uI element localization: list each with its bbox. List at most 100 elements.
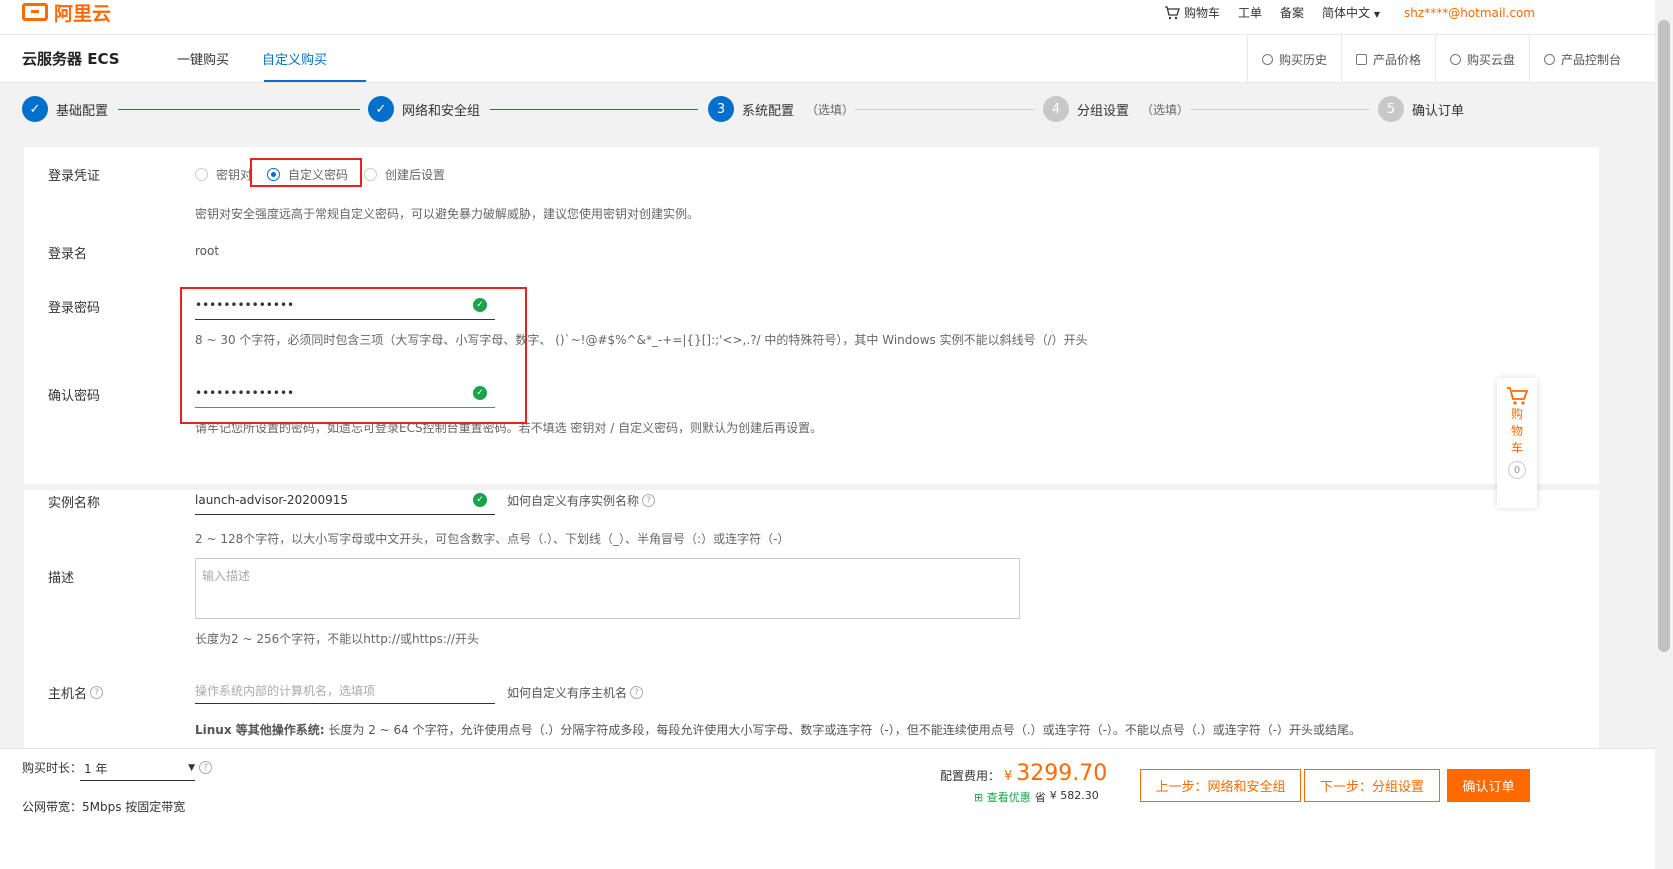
duration-value: 1 年 xyxy=(84,761,108,776)
aliyun-logo-icon xyxy=(22,3,48,21)
buy-cloud-disk-label: 购买云盘 xyxy=(1466,52,1515,67)
cart-char: 物 xyxy=(1510,424,1523,438)
step-group-settings[interactable]: 4 分组设置 （选填） xyxy=(1043,96,1189,122)
step-label: 网络和安全组 xyxy=(402,103,481,119)
step-system-config[interactable]: 3 系统配置 （选填） xyxy=(708,96,854,122)
step-basic-config[interactable]: ✓ 基础配置 xyxy=(22,96,108,122)
aliyun-logo[interactable]: 阿里云 xyxy=(22,0,112,25)
discount-label: 查看优惠 xyxy=(986,791,1031,804)
clock-icon xyxy=(1261,53,1273,65)
tab-custom-buy[interactable]: 自定义购买 xyxy=(262,49,327,68)
credential-label: 登录凭证 xyxy=(48,169,101,184)
check-icon: ✓ xyxy=(22,96,48,122)
login-settings-panel: 登录凭证 密钥对 自定义密码 创建后设置 密钥对安全强度远高于常规自定义密码，可… xyxy=(24,147,1599,484)
scrollbar-thumb[interactable] xyxy=(1658,20,1670,652)
highlight-box xyxy=(180,287,527,424)
top-nav: 购物车 工单 备案 简体中文 ▼ shz****@hotmail.com xyxy=(1164,4,1535,21)
question-icon[interactable]: ? xyxy=(199,761,212,774)
fee-currency: ¥ xyxy=(1004,769,1013,784)
radio-label: 密钥对 xyxy=(216,168,253,182)
product-console-label: 产品控制台 xyxy=(1560,52,1621,67)
step-connector xyxy=(490,109,698,110)
config-fee: 配置费用： ¥ 3299.70 xyxy=(940,761,1107,786)
product-price-label: 产品价格 xyxy=(1372,52,1421,67)
instance-name-label: 实例名称 xyxy=(48,496,101,511)
step-progress: ✓ 基础配置 ✓ 网络和安全组 3 系统配置 （选填） 4 分组设置 （选填） … xyxy=(0,83,1655,137)
hostname-input[interactable]: 操作系统内部的计算机名，选填项 xyxy=(195,678,495,704)
user-email[interactable]: shz****@hotmail.com xyxy=(1404,6,1535,20)
step-label: 确认订单 xyxy=(1412,103,1465,119)
cart-char: 车 xyxy=(1510,441,1523,455)
language-selector[interactable]: 简体中文 ▼ xyxy=(1322,4,1380,21)
product-console-link[interactable]: 产品控制台 xyxy=(1528,35,1635,83)
hostname-label: 主机名 xyxy=(48,687,88,702)
description-label: 描述 xyxy=(48,571,75,586)
top-bar: 阿里云 购物车 工单 备案 简体中文 ▼ shz****@hotmail.com xyxy=(0,0,1655,35)
cart-count-badge: 0 xyxy=(1508,461,1526,479)
step-label: 基础配置 xyxy=(56,103,109,119)
hostname-help-link[interactable]: 如何自定义有序主机名? xyxy=(507,684,644,701)
language-label: 简体中文 xyxy=(1322,6,1371,20)
prev-step-button[interactable]: 上一步：网络和安全组 xyxy=(1140,769,1301,802)
bandwidth-info: 公网带宽：5Mbps 按固定带宽 xyxy=(22,798,185,815)
record-link[interactable]: 备案 xyxy=(1280,4,1304,21)
save-value: ¥ 582.30 xyxy=(1049,789,1099,802)
instance-name-value: launch-advisor-20200915 xyxy=(195,492,349,507)
step-label: 分组设置 xyxy=(1077,103,1130,119)
chevron-down-icon: ▼ xyxy=(1373,10,1381,19)
duration-label: 购买时长： xyxy=(22,761,83,775)
duration-select[interactable]: 1 年 ▼ xyxy=(80,756,195,781)
savings-info: ⊞ 查看优惠 省 ¥ 582.30 xyxy=(974,789,1099,805)
product-title: 云服务器 ECS xyxy=(22,50,120,68)
save-label: 省 xyxy=(1034,791,1046,804)
radio-key-pair[interactable]: 密钥对 xyxy=(195,166,252,183)
hostname-hint: Linux 等其他操作系统: 长度为 2 ~ 64 个字符，允许使用点号（.）分… xyxy=(195,721,1361,738)
password-label: 登录密码 xyxy=(48,301,101,316)
login-name-value: root xyxy=(195,244,220,258)
step-number: 3 xyxy=(708,96,734,122)
check-icon: ✓ xyxy=(368,96,394,122)
question-icon: ? xyxy=(642,494,656,507)
step-connector xyxy=(855,109,1035,110)
radio-label: 创建后设置 xyxy=(385,168,446,182)
floating-cart[interactable]: 购 物 车 0 xyxy=(1497,378,1537,508)
hostname-hint-text: 长度为 2 ~ 64 个字符，允许使用点号（.）分隔字符成多段，每段允许使用大小… xyxy=(324,723,1362,737)
question-icon[interactable]: ? xyxy=(90,686,104,699)
cart-label: 购物车 xyxy=(1183,6,1220,20)
instance-name-input[interactable]: launch-advisor-20200915 ✓ xyxy=(195,485,495,515)
active-tab-indicator xyxy=(264,80,366,82)
logo-text: 阿里云 xyxy=(54,2,112,25)
bandwidth-value: 5Mbps 按固定带宽 xyxy=(82,800,186,814)
purchase-history-link[interactable]: 购买历史 xyxy=(1246,35,1341,83)
step-label: 系统配置 xyxy=(742,103,795,119)
fee-value: 3299.70 xyxy=(1016,761,1108,786)
check-icon: ✓ xyxy=(473,492,487,507)
cart-link[interactable]: 购物车 xyxy=(1164,4,1220,21)
step-connector xyxy=(1190,109,1370,110)
hostname-hint-os: Linux 等其他操作系统: xyxy=(195,723,325,737)
question-icon: ? xyxy=(630,686,644,699)
instance-name-help-link[interactable]: 如何自定义有序实例名称? xyxy=(507,492,656,509)
help-label: 如何自定义有序实例名称 xyxy=(507,494,640,508)
confirm-order-button[interactable]: 确认订单 xyxy=(1447,769,1530,802)
step-number: 5 xyxy=(1378,96,1404,122)
tab-one-click-buy[interactable]: 一键购买 xyxy=(177,49,229,68)
caret-down-icon: ▼ xyxy=(188,763,195,773)
order-summary-bar: 购买时长： 1 年 ▼ ? 公网带宽：5Mbps 按固定带宽 配置费用： ¥ 3… xyxy=(0,748,1655,869)
step-confirm-order[interactable]: 5 确认订单 xyxy=(1378,96,1464,122)
ticket-link[interactable]: 工单 xyxy=(1238,4,1262,21)
step-optional-tag: （选填） xyxy=(1141,102,1190,117)
next-step-button[interactable]: 下一步：分组设置 xyxy=(1304,769,1440,802)
instance-name-hint: 2 ~ 128个字符，以大小写字母或中文开头，可包含数字、点号（.）、下划线（_… xyxy=(195,532,790,546)
gift-icon: ⊞ xyxy=(974,791,984,804)
cart-char: 购 xyxy=(1510,407,1523,421)
radio-set-after-create[interactable]: 创建后设置 xyxy=(364,166,445,183)
hostname-label-group: 主机名? xyxy=(48,683,104,702)
buy-cloud-disk-link[interactable]: 购买云盘 xyxy=(1434,35,1529,83)
view-discount-link[interactable]: ⊞ 查看优惠 xyxy=(974,789,1031,805)
step-connector xyxy=(118,109,360,110)
fee-label: 配置费用： xyxy=(940,769,1001,783)
product-price-link[interactable]: 产品价格 xyxy=(1340,35,1435,83)
step-network-security[interactable]: ✓ 网络和安全组 xyxy=(368,96,480,122)
description-textarea[interactable]: 输入描述 xyxy=(195,558,1020,619)
